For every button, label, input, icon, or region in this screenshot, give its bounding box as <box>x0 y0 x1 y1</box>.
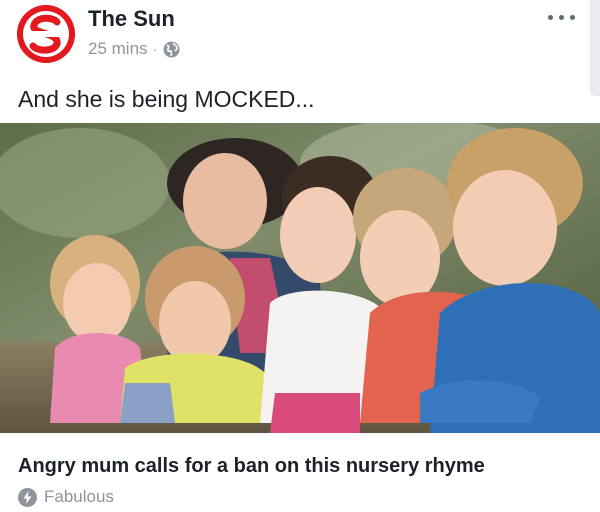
link-preview-footer[interactable]: Angry mum calls for a ban on this nurser… <box>0 433 600 512</box>
link-preview-image[interactable] <box>0 123 600 433</box>
page-avatar[interactable] <box>17 5 75 63</box>
scrollbar[interactable] <box>590 0 600 96</box>
link-source-name: Fabulous <box>44 487 114 506</box>
more-options-icon[interactable] <box>544 6 580 30</box>
post-timestamp[interactable]: 25 mins <box>88 39 148 59</box>
lightning-bolt-icon <box>18 487 37 507</box>
post-caption: And she is being MOCKED... <box>18 86 315 112</box>
facebook-post: The Sun 25 mins · And she is being MOCKE… <box>0 0 600 512</box>
meta-separator: · <box>152 41 158 57</box>
link-headline[interactable]: Angry mum calls for a ban on this nurser… <box>18 455 485 478</box>
globe-icon <box>163 41 180 58</box>
the-sun-logo-icon <box>17 5 75 63</box>
post-header: The Sun 25 mins · <box>0 0 600 72</box>
post-meta: 25 mins · <box>88 38 180 60</box>
link-source: Fabulous <box>18 487 114 507</box>
page-name[interactable]: The Sun <box>88 6 175 32</box>
